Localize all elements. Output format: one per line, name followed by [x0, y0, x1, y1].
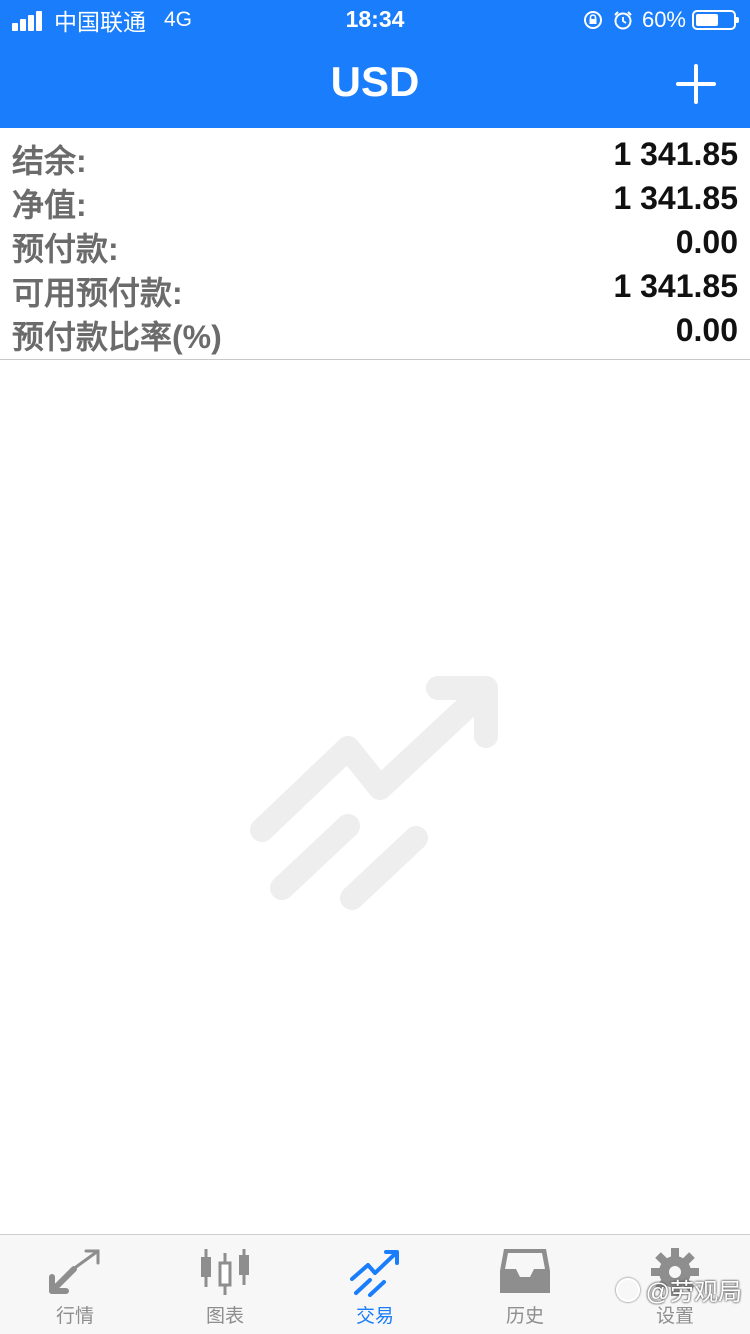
margin-level-label: 预付款比率(%): [12, 319, 222, 355]
status-bar: 中国联通 4G 18:34 60%: [0, 0, 750, 40]
tab-history[interactable]: 历史: [450, 1235, 600, 1334]
tab-trade[interactable]: 交易: [300, 1235, 450, 1334]
alarm-icon: [614, 11, 632, 30]
history-inbox-icon: [500, 1249, 550, 1293]
candlestick-chart-icon: [201, 1249, 249, 1295]
trade-icon: [350, 1250, 399, 1297]
orientation-lock-icon: [583, 11, 602, 29]
plus-icon: [676, 64, 716, 104]
battery-percent: 60%: [641, 7, 686, 32]
tab-chart[interactable]: 图表: [150, 1235, 300, 1334]
watermark-logo-icon: [615, 1277, 640, 1302]
trade-arrow-icon: [250, 676, 498, 910]
free-margin-value: 1 341.85: [613, 268, 738, 304]
page-title: USD: [330, 58, 420, 105]
margin-row: 预付款: 0.00: [0, 220, 750, 267]
battery-icon: [692, 10, 739, 30]
quotes-icon: [49, 1249, 100, 1294]
tab-history-label: 历史: [505, 1306, 544, 1327]
margin-level-row: 预付款比率(%) 0.00: [0, 308, 750, 355]
watermark-text: @劳观局: [645, 1279, 742, 1306]
account-summary: 结余: 1 341.85 净值: 1 341.85 预付款: 0.00 可用预付…: [0, 128, 750, 360]
equity-value: 1 341.85: [613, 180, 738, 216]
add-order-button[interactable]: [676, 64, 716, 104]
watermark: @劳观局: [615, 1272, 742, 1307]
status-right: 60%: [582, 6, 739, 34]
margin-value: 0.00: [675, 224, 738, 260]
trade-screen: 中国联通 4G 18:34 60% USD 结余: 1 341.85 净值: 1…: [0, 0, 750, 1334]
nav-bar: USD: [0, 40, 750, 128]
tab-chart-label: 图表: [205, 1306, 244, 1327]
tab-trade-label: 交易: [355, 1306, 394, 1327]
battery-fill: [696, 14, 718, 26]
free-margin-row: 可用预付款: 1 341.85: [0, 264, 750, 311]
balance-value: 1 341.85: [613, 136, 738, 172]
margin-level-value: 0.00: [675, 312, 738, 348]
balance-row: 结余: 1 341.85: [0, 132, 750, 179]
tab-quotes[interactable]: 行情: [0, 1235, 150, 1334]
tab-quotes-label: 行情: [55, 1306, 94, 1327]
equity-row: 净值: 1 341.85: [0, 176, 750, 223]
